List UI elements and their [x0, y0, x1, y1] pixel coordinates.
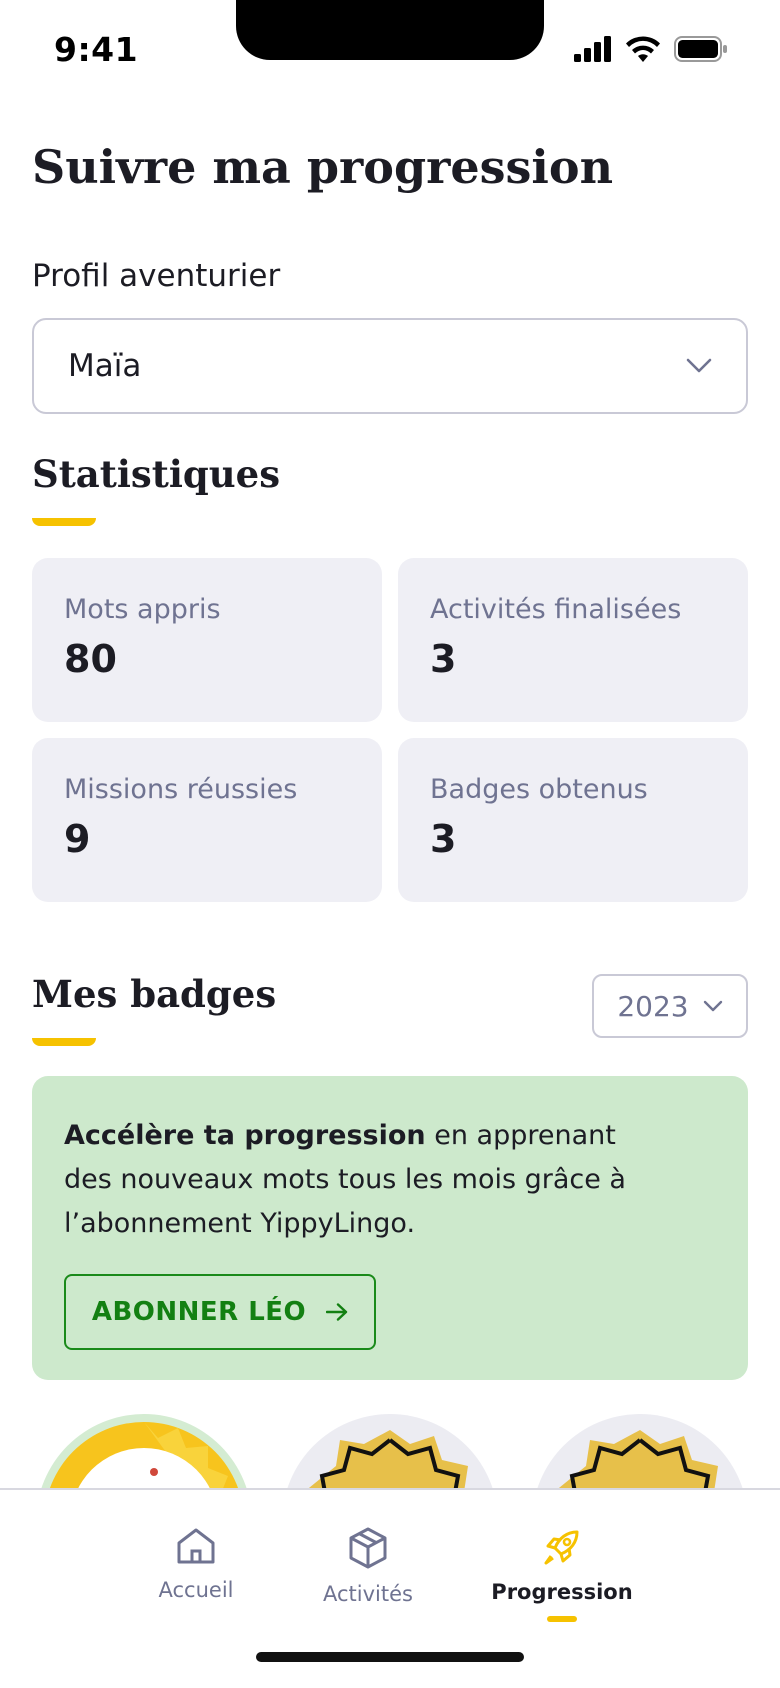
tab-active-indicator: [547, 1616, 577, 1622]
signal-icon: [574, 36, 611, 62]
wifi-icon: [626, 36, 660, 62]
status-time: 9:41: [54, 30, 139, 69]
stat-value: 80: [64, 637, 117, 681]
stat-card-words: Mots appris 80: [32, 558, 382, 722]
year-select[interactable]: 2023: [592, 974, 748, 1038]
year-selected-value: 2023: [617, 989, 689, 1023]
battery-icon: [674, 36, 727, 62]
statistics-underline: [32, 518, 96, 526]
promo-text: Accélère ta progression en apprenant des…: [64, 1114, 664, 1246]
stat-card-missions: Missions réussies 9: [32, 738, 382, 902]
tab-label: Accueil: [158, 1578, 234, 1602]
stat-label: Badges obtenus: [430, 774, 648, 805]
profile-label: Profil aventurier: [32, 258, 281, 294]
stat-label: Activités finalisées: [430, 594, 682, 625]
sun-badge-icon: [49, 1422, 239, 1490]
tab-label: Activités: [323, 1582, 413, 1606]
tab-label: Progression: [491, 1580, 633, 1604]
arrow-right-icon: [326, 1303, 348, 1321]
subscribe-button-label: ABONNER LÉO: [91, 1297, 307, 1327]
rocket-icon: [544, 1530, 579, 1565]
badges-row: [0, 1410, 780, 1490]
promo-text-bold: Accélère ta progression: [64, 1120, 426, 1151]
stat-value: 9: [64, 817, 91, 861]
statistics-title: Statistiques: [32, 452, 281, 496]
badge-item[interactable]: [282, 1414, 498, 1490]
stat-card-badges: Badges obtenus 3: [398, 738, 748, 902]
profile-selected-value: Maïa: [68, 348, 142, 384]
subscription-promo: Accélère ta progression en apprenant des…: [32, 1076, 748, 1380]
device-notch: [236, 0, 544, 60]
page-title: Suivre ma progression: [32, 140, 614, 194]
tab-accueil[interactable]: Accueil: [111, 1526, 281, 1602]
badge-item[interactable]: [36, 1414, 252, 1490]
stat-label: Mots appris: [64, 594, 221, 625]
box-icon: [349, 1527, 387, 1569]
chevron-down-icon: [703, 1000, 722, 1012]
badges-title: Mes badges: [32, 972, 277, 1016]
stat-value: 3: [430, 817, 457, 861]
tab-activites[interactable]: Activités: [283, 1526, 453, 1606]
home-indicator[interactable]: [256, 1652, 524, 1662]
badge-item[interactable]: [532, 1414, 748, 1490]
profile-select[interactable]: Maïa: [32, 318, 748, 414]
medal-badge-icon: [306, 1430, 468, 1490]
status-bar: 9:41: [0, 0, 780, 100]
medal-badge-icon: [556, 1430, 718, 1490]
badges-underline: [32, 1038, 96, 1046]
stat-label: Missions réussies: [64, 774, 298, 805]
home-icon: [177, 1528, 215, 1564]
stat-card-activities: Activités finalisées 3: [398, 558, 748, 722]
chevron-down-icon: [686, 358, 712, 373]
subscribe-button[interactable]: ABONNER LÉO: [64, 1274, 376, 1350]
stat-value: 3: [430, 637, 457, 681]
status-icons: [574, 36, 728, 62]
tab-progression[interactable]: Progression: [477, 1526, 647, 1622]
